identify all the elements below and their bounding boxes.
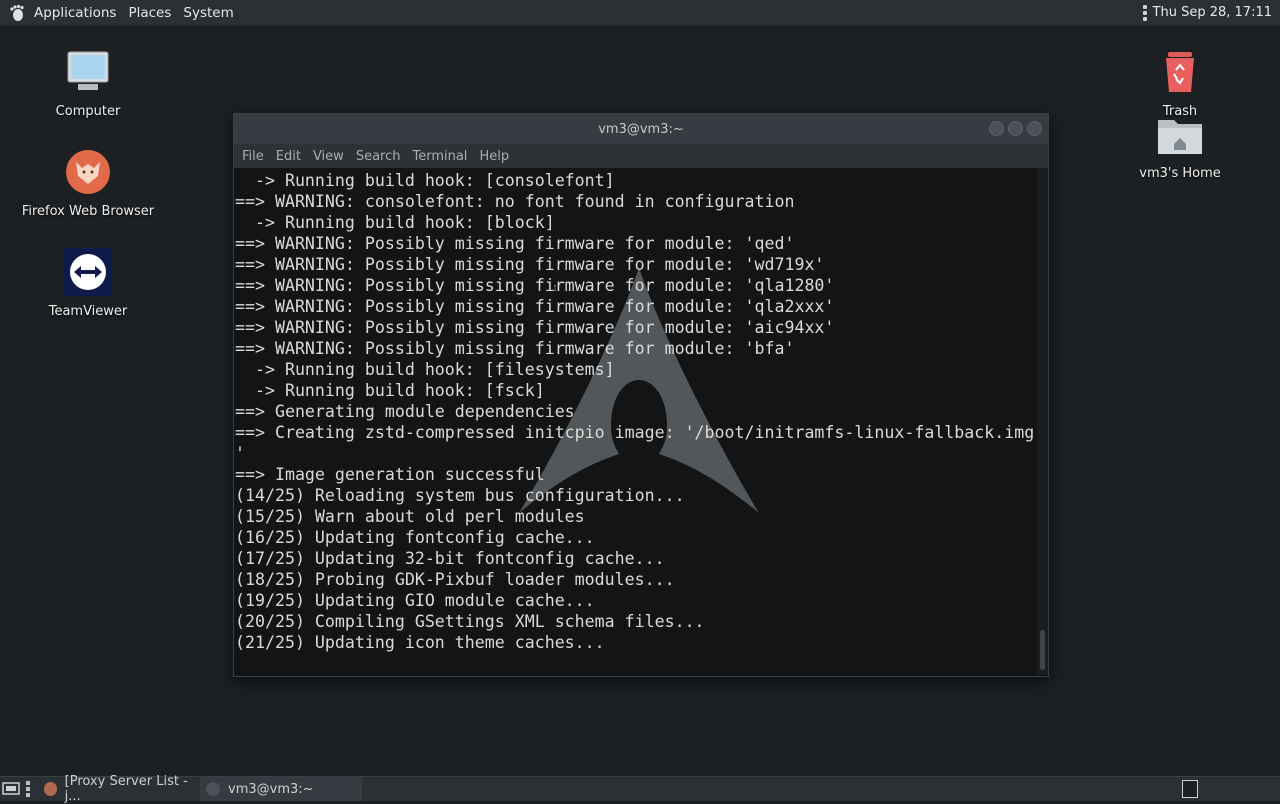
trash-icon [1105,48,1255,100]
menu-file[interactable]: File [236,149,270,164]
terminal-line: (14/25) Reloading system bus configurati… [235,486,685,505]
menu-system[interactable]: System [177,0,239,25]
terminal-line: ==> Image generation successful [235,465,545,484]
terminal-line: -> Running build hook: [block] [235,213,555,232]
desktop-icon-teamviewer[interactable]: TeamViewer [13,248,163,319]
panel-handle-icon[interactable] [1142,4,1147,21]
text-cursor-icon [554,285,556,291]
terminal-line: -> Running build hook: [fsck] [235,381,545,400]
desktop-icon-label: Computer [55,104,121,119]
terminal-menubar: File Edit View Search Terminal Help [234,144,1048,168]
firefox-icon [44,782,57,796]
bottom-panel: [Proxy Server List - j... vm3@vm3:~ [0,774,1280,804]
terminal-line: ' [235,444,245,463]
firefox-icon [13,148,163,200]
menu-applications[interactable]: Applications [28,0,122,25]
window-title: vm3@vm3:~ [598,121,684,137]
menu-places[interactable]: Places [122,0,177,25]
desktop-icon-label: Firefox Web Browser [21,204,155,219]
menu-help[interactable]: Help [473,149,515,164]
terminal-line: ==> WARNING: Possibly missing firmware f… [235,318,835,337]
desktop-icon-label: vm3's Home [1139,166,1221,181]
terminal-line: ==> WARNING: Possibly missing firmware f… [235,276,835,295]
desktop-icon-label: TeamViewer [48,304,128,319]
terminal-icon [206,782,220,796]
terminal-line: -> Running build hook: [filesystems] [235,360,615,379]
workspace-switcher[interactable] [1182,780,1198,798]
terminal-line: (18/25) Probing GDK-Pixbuf loader module… [235,570,675,589]
terminal-line: (15/25) Warn about old perl modules [235,507,585,526]
terminal-line: (19/25) Updating GIO module cache... [235,591,595,610]
terminal-line: ==> WARNING: Possibly missing firmware f… [235,297,835,316]
scrollbar-thumb[interactable] [1040,630,1045,670]
top-panel: Applications Places System Thu Sep 28, 1… [0,0,1280,26]
taskbar-item-terminal[interactable]: vm3@vm3:~ [200,777,362,801]
desktop-icon-firefox[interactable]: Firefox Web Browser [13,148,163,219]
desktop-icon-computer[interactable]: Computer [13,48,163,119]
terminal-scrollbar[interactable] [1037,168,1048,675]
terminal-output[interactable]: -> Running build hook: [consolefont] ==> … [234,168,1048,675]
panel-handle-icon[interactable] [26,781,34,797]
close-button[interactable] [1027,121,1042,136]
terminal-line: (21/25) Updating icon theme caches... [235,633,605,652]
terminal-line: ==> WARNING: Possibly missing firmware f… [235,255,825,274]
taskbar-item-label: vm3@vm3:~ [228,781,314,797]
teamviewer-icon [13,248,163,300]
terminal-line: (16/25) Updating fontconfig cache... [235,528,595,547]
terminal-line: (20/25) Compiling GSettings XML schema f… [235,612,705,631]
desktop-icon-home[interactable]: vm3's Home [1105,114,1255,181]
terminal-line: -> Running build hook: [consolefont] [235,171,615,190]
menu-edit[interactable]: Edit [270,149,307,164]
terminal-line: ==> WARNING: Possibly missing firmware f… [235,234,795,253]
minimize-button[interactable] [989,121,1004,136]
terminal-line: ==> Generating module dependencies [235,402,575,421]
terminal-line: ==> Creating zstd-compressed initcpio im… [235,423,1035,442]
gnome-foot-icon[interactable] [6,2,28,24]
terminal-line: ==> WARNING: Possibly missing firmware f… [235,339,795,358]
window-titlebar[interactable]: vm3@vm3:~ [234,114,1048,144]
terminal-line: ==> WARNING: consolefont: no font found … [235,192,795,211]
home-folder-icon [1105,114,1255,162]
terminal-text: -> Running build hook: [consolefont] ==> … [235,170,1034,653]
show-desktop-icon[interactable] [0,777,22,801]
terminal-window[interactable]: vm3@vm3:~ File Edit View Search Terminal… [233,113,1049,677]
menu-view[interactable]: View [307,149,350,164]
terminal-line: (17/25) Updating 32-bit fontconfig cache… [235,549,665,568]
menu-search[interactable]: Search [350,149,407,164]
menu-terminal[interactable]: Terminal [406,149,473,164]
maximize-button[interactable] [1008,121,1023,136]
clock[interactable]: Thu Sep 28, 17:11 [1153,5,1272,20]
computer-icon [13,48,163,100]
desktop-icon-trash[interactable]: Trash [1105,48,1255,119]
taskbar-item-firefox[interactable]: [Proxy Server List - j... [38,774,200,804]
